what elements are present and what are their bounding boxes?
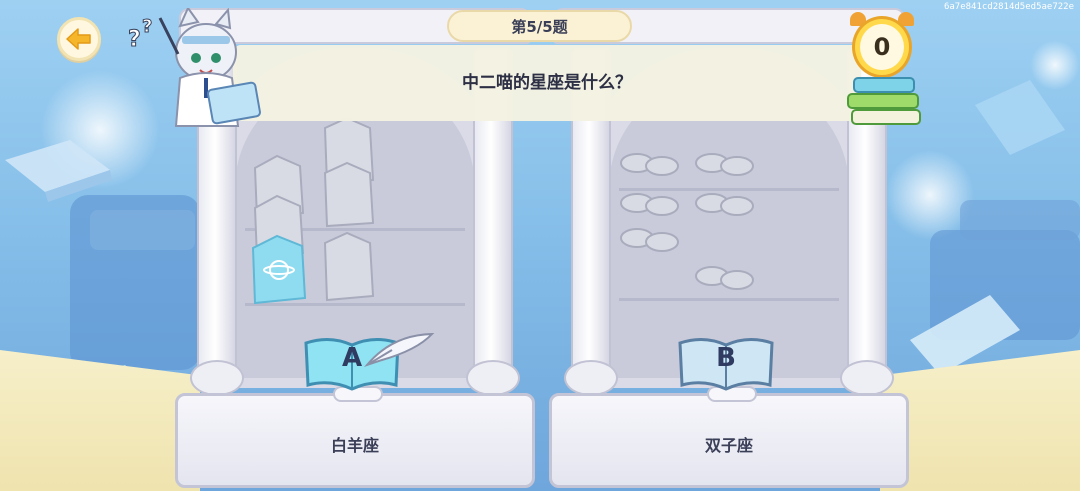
book-stack-icon [847, 77, 921, 125]
quill-pen-icon [363, 332, 435, 368]
alarm-clock-icon: 0 [852, 16, 912, 78]
rock-rubble-illustration [620, 153, 754, 290]
option-b-pedestal[interactable]: 双子座 [549, 386, 909, 488]
mascot-cat-character: ? ? [128, 8, 261, 127]
option-a-answer[interactable]: 白羊座 [178, 432, 532, 456]
option-a-pedestal[interactable]: 白羊座 [175, 386, 535, 488]
pillar-base-left [190, 360, 244, 396]
option-b-answer[interactable]: 双子座 [552, 432, 906, 456]
timer-value: 0 [860, 24, 904, 70]
arrow-left-icon [66, 28, 91, 50]
pillar-base-right [466, 360, 520, 396]
svg-text:?: ? [128, 27, 141, 52]
back-button[interactable] [57, 17, 101, 61]
svg-text:?: ? [142, 16, 152, 37]
stone-tablets-illustration [251, 118, 375, 305]
question-text: 中二喵的星座是什么？ [462, 73, 632, 93]
option-b-letter: B [716, 343, 736, 373]
shelf-line [619, 298, 839, 301]
option-b-book-button[interactable]: B [676, 335, 776, 393]
question-progress: 第5/5题 [447, 10, 632, 42]
game-scene: 白羊座 双子座 A B 第5/5题 中二喵的星座是什么？ ? ? 0 6a7e8… [0, 0, 1080, 491]
session-id: 6a7e841cd2814d5ed5ae722e [943, 2, 1074, 12]
countdown-timer: 0 [846, 8, 926, 130]
pillar-base-right [840, 360, 894, 396]
pillar-base-left [564, 360, 618, 396]
